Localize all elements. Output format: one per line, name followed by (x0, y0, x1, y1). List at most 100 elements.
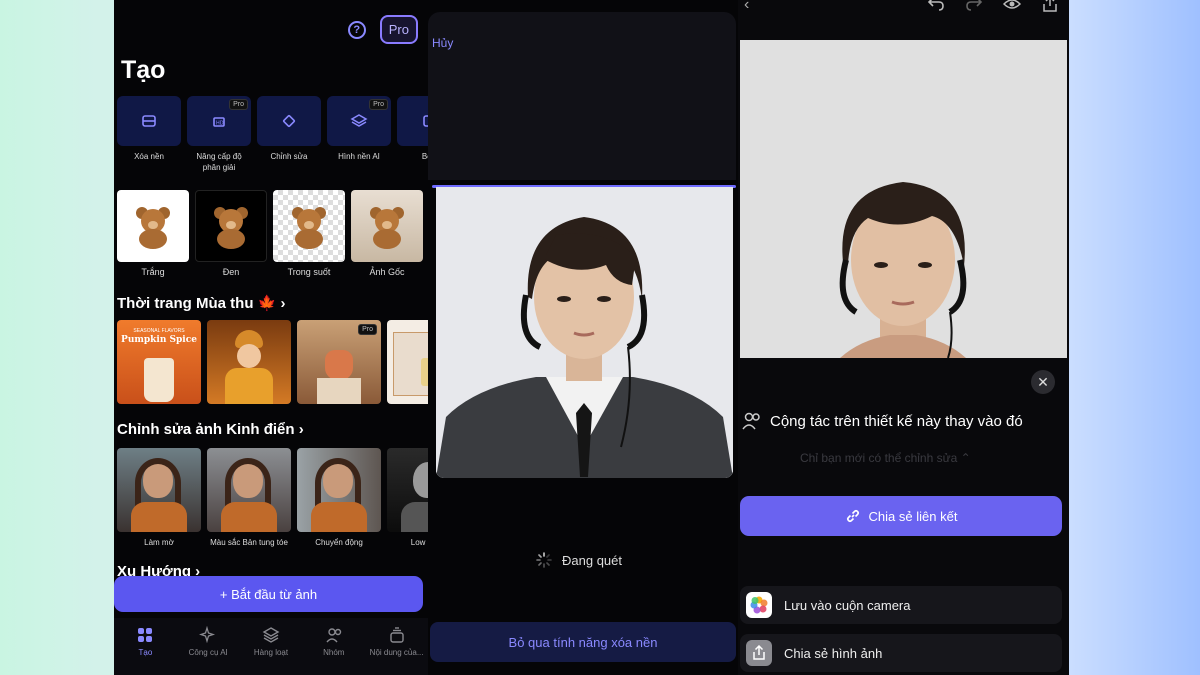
share-link-button[interactable]: Chia sẻ liên kết (740, 496, 1062, 536)
classic-item[interactable]: Làm mờ (117, 448, 201, 547)
start-from-photo-button[interactable]: + Bắt đầu từ ảnh (114, 576, 423, 612)
portrait-no-background (740, 40, 1067, 358)
top-icons: ? Pro (347, 15, 418, 44)
preset-white[interactable]: Trắng (117, 190, 189, 277)
edit-icon (282, 114, 296, 128)
autumn-thumb-child[interactable] (207, 320, 291, 404)
eye-icon[interactable] (1003, 0, 1021, 12)
photos-icon (746, 592, 772, 618)
bear-icon (370, 207, 404, 249)
share-image[interactable]: Chia sẻ hình ảnh (740, 634, 1062, 672)
bottom-nav: Tạo Công cụ AI Hàng loạt Nhóm Nội dung c… (114, 618, 428, 675)
collab-label: Cộng tác trên thiết kế này thay vào đó (770, 412, 1023, 430)
create-screen: ? Pro Tạo Xóa nền Pro HD Nâng cấp độ phân… (114, 0, 428, 675)
nav-create[interactable]: Tạo (115, 626, 175, 675)
save-to-camera-roll[interactable]: Lưu vào cuộn camera (740, 586, 1062, 624)
tool-edit[interactable]: Chỉnh sửa (257, 96, 321, 173)
pro-badge: Pro (229, 99, 248, 110)
preset-transparent[interactable]: Trong suốt (273, 190, 345, 277)
pro-badge: Pro (369, 99, 388, 110)
permission-selector[interactable]: Chỉ bạn mới có thể chỉnh sửa ⌃ (800, 451, 971, 465)
bg-presets: Trắng Đen Trong suốt Ảnh Gốc (117, 190, 423, 277)
share-image-label: Chia sẻ hình ảnh (784, 645, 883, 661)
pro-badge: Pro (358, 324, 377, 335)
share-screen: ‹ ✕ Cộng tác trên thiết kế này thay vào … (738, 0, 1069, 675)
upscale-icon: HD (213, 117, 225, 127)
section-classic-edit[interactable]: Chỉnh sửa ảnh Kinh điển › (117, 421, 304, 438)
preset-black[interactable]: Đen (195, 190, 267, 277)
bear-icon (136, 207, 170, 249)
tool-remove-bg[interactable]: Xóa nền (117, 96, 181, 173)
child-jacket (225, 368, 273, 404)
tools-row: Xóa nền Pro HD Nâng cấp độ phân giải Chỉn… (117, 96, 428, 173)
nav-label: Nội dung của... (369, 648, 424, 657)
back-icon[interactable]: ‹ (744, 0, 749, 14)
autumn-thumb-vase[interactable]: Pro (297, 320, 381, 404)
tool-ai-background[interactable]: Pro Hình nền AI (327, 96, 391, 173)
nav-label: Hàng loạt (253, 648, 289, 657)
share-icon[interactable] (1041, 0, 1059, 12)
nav-content[interactable]: Nội dung của... (367, 626, 427, 675)
help-icon[interactable]: ? (347, 20, 366, 39)
child-face (237, 344, 261, 368)
share-link-label: Chia sẻ liên kết (868, 508, 958, 524)
remove-bg-icon (142, 115, 156, 127)
thumb-caption-small: SEASONAL FLAVORS (133, 328, 185, 334)
woman-top (221, 502, 277, 532)
woman-hair (225, 458, 271, 508)
close-button[interactable]: ✕ (1031, 370, 1055, 394)
portrait-photo (436, 187, 733, 478)
sparkle-icon (199, 626, 216, 644)
classic-label: Low key (t (410, 538, 428, 547)
woman-top (311, 502, 367, 532)
people-icon (742, 412, 760, 430)
people-icon (326, 628, 341, 643)
preset-label: Ảnh Gốc (369, 267, 405, 277)
classic-item[interactable]: Low key (t (387, 448, 428, 547)
classic-thumb (207, 448, 291, 532)
skip-remove-bg-button[interactable]: Bỏ qua tính năng xóa nền (430, 622, 736, 662)
preset-original[interactable]: Ảnh Gốc (351, 190, 423, 277)
grid-icon (138, 628, 153, 642)
classic-label: Màu sắc Bản tung tóe (210, 538, 288, 547)
woman-face (413, 462, 428, 498)
page-title: Tạo (121, 56, 166, 84)
undo-icon[interactable] (927, 0, 945, 12)
tool-label: Hình nền AI (338, 152, 380, 161)
bear-icon (292, 207, 326, 249)
svg-text:HD: HD (216, 121, 224, 127)
section-autumn-fashion[interactable]: Thời trang Mùa thu 🍁 › (117, 294, 286, 312)
shadow-icon (423, 115, 428, 127)
tool-shadow[interactable]: Bón (397, 96, 428, 173)
tool-upscale[interactable]: Pro HD Nâng cấp độ phân giải (187, 96, 251, 173)
preset-label: Trắng (141, 267, 165, 277)
cancel-button[interactable]: Hủy (432, 36, 453, 50)
scanning-status: Đang quét (536, 552, 622, 568)
bear-icon (214, 207, 248, 249)
nav-label: Nhóm (323, 648, 345, 657)
perfume-bottle (421, 358, 428, 386)
layers-icon (350, 114, 368, 127)
woman-hair (315, 458, 361, 508)
woman-top (131, 502, 187, 532)
share-image-icon (746, 640, 772, 666)
design-canvas[interactable] (740, 40, 1067, 358)
classic-item[interactable]: Màu sắc Bản tung tóe (207, 448, 291, 547)
autumn-thumb-pumpkin[interactable]: SEASONAL FLAVORS Pumpkin Spice (117, 320, 201, 404)
redo-icon[interactable] (965, 0, 983, 12)
nav-team[interactable]: Nhóm (304, 626, 364, 675)
classic-item[interactable]: Chuyển động (297, 448, 381, 547)
drink-cup (144, 358, 174, 402)
classic-thumb (117, 448, 201, 532)
nav-ai-tools[interactable]: Công cụ AI (178, 626, 238, 675)
toolbar-icons (927, 0, 1059, 12)
classic-thumbs: Làm mờ Màu sắc Bản tung tóe Chuyển động (117, 448, 428, 547)
scan-screen: Hủy Đang quét Bỏ qua tính năng xóa nền (428, 0, 740, 675)
pro-button[interactable]: Pro (379, 15, 418, 44)
nav-batch[interactable]: Hàng loạt (241, 626, 301, 675)
scanning-label: Đang quét (562, 552, 622, 568)
autumn-thumb-perfume[interactable] (387, 320, 428, 404)
vase (325, 350, 353, 380)
collaborate-title: Cộng tác trên thiết kế này thay vào đó (742, 412, 1023, 430)
woman-hair (135, 458, 181, 508)
